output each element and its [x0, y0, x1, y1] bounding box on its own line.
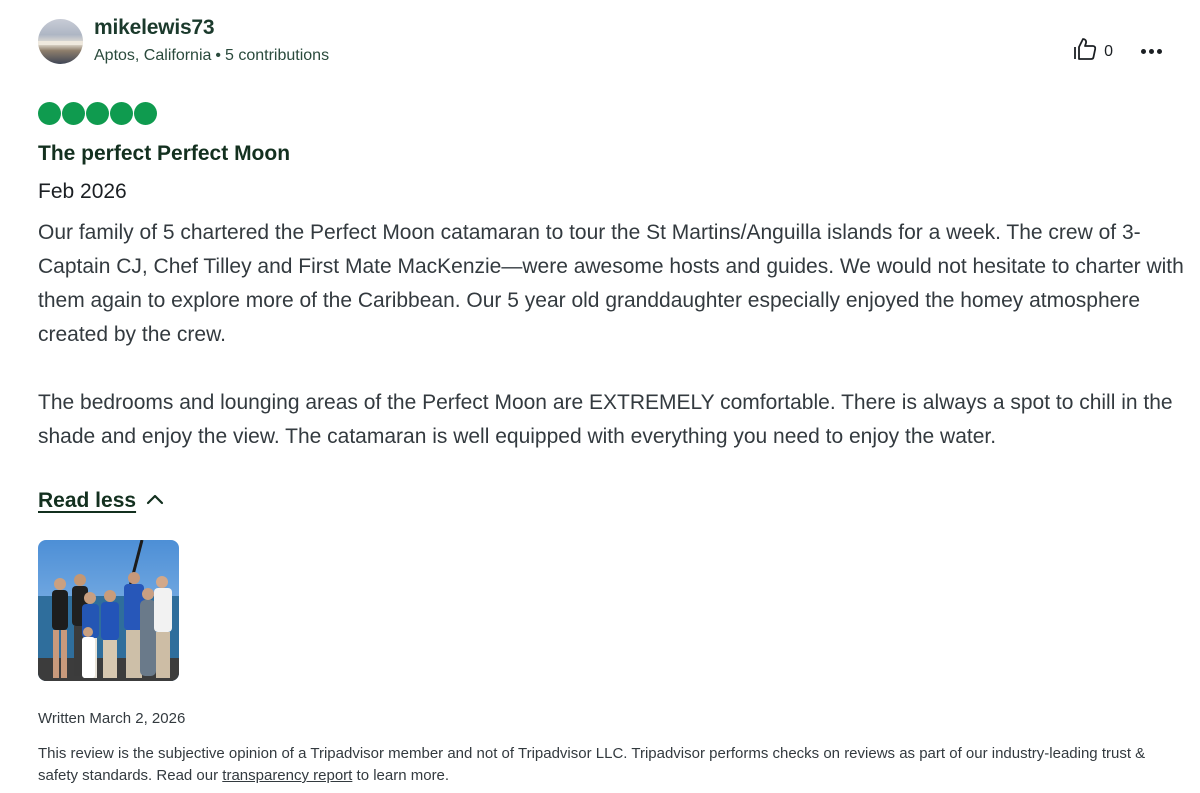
- user-meta: Aptos, California • 5 contributions: [94, 47, 329, 65]
- dot: [1157, 49, 1162, 54]
- rating-bubble-icon: [62, 102, 85, 125]
- transparency-report-link[interactable]: transparency report: [222, 767, 352, 784]
- rating-bubble-icon: [110, 102, 133, 125]
- rating-bubbles: [38, 102, 157, 125]
- disclaimer-text-end: to learn more.: [352, 767, 450, 784]
- review-header: mikelewis73 Aptos, California • 5 contribu…: [38, 16, 1178, 68]
- helpful-vote-button[interactable]: 0: [1072, 36, 1113, 67]
- chevron-up-icon: [146, 492, 164, 510]
- date-of-visit: Feb 2026: [38, 180, 127, 203]
- dot: [1149, 49, 1154, 54]
- review-title[interactable]: The perfect Perfect Moon: [38, 142, 290, 166]
- helpful-count: 0: [1104, 42, 1113, 60]
- review-paragraph: Our family of 5 chartered the Perfect Mo…: [38, 221, 1184, 346]
- review-photo[interactable]: [38, 540, 179, 681]
- username[interactable]: mikelewis73: [94, 16, 215, 40]
- thumbs-up-icon: [1072, 36, 1098, 67]
- rating-bubble-icon: [134, 102, 157, 125]
- review-card: mikelewis73 Aptos, California • 5 contribu…: [38, 0, 1188, 793]
- meta-separator: •: [215, 47, 221, 64]
- disclaimer-text: This review is the subjective opinion of…: [38, 745, 1146, 784]
- review-disclaimer: This review is the subjective opinion of…: [38, 743, 1148, 787]
- more-options-icon[interactable]: [1139, 45, 1164, 58]
- read-less-label: Read less: [38, 489, 137, 512]
- avatar-horizon: [38, 41, 83, 45]
- written-date: Written March 2, 2026: [38, 710, 186, 727]
- user-contributions: 5 contributions: [225, 47, 330, 64]
- read-less-button[interactable]: Read less: [38, 489, 164, 513]
- dot: [1141, 49, 1146, 54]
- rating-bubble-icon: [86, 102, 109, 125]
- user-location: Aptos, California: [94, 47, 212, 64]
- user-avatar[interactable]: [38, 19, 83, 64]
- review-paragraph: The bedrooms and lounging areas of the P…: [38, 391, 1173, 448]
- review-body: Our family of 5 chartered the Perfect Mo…: [38, 216, 1188, 454]
- rating-bubble-icon: [38, 102, 61, 125]
- review-actions: 0: [1072, 36, 1164, 67]
